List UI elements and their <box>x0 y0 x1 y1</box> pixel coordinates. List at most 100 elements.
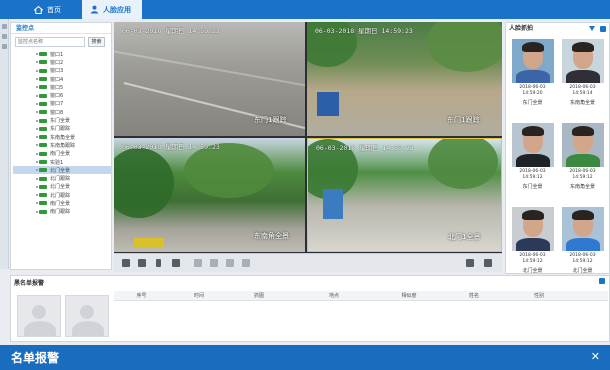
tree-item-label: 窗口2 <box>50 59 64 66</box>
camera-icon <box>36 176 47 181</box>
layout-icon[interactable] <box>172 259 180 267</box>
face-thumbnail <box>511 207 554 251</box>
tree-item[interactable]: 窗口5 <box>13 83 111 91</box>
face-capture-time: 2018-06-03 14:59:12 <box>519 253 546 264</box>
tree-item[interactable]: 南门全景 <box>13 199 111 207</box>
face-capture-time: 2018-06-03 14:59:12 <box>519 169 546 180</box>
monitoring-point-panel: 监控点 搜索 窗口1窗口2 窗口3窗口4窗口5 窗口6窗口7窗口8 东门全景东门跟踪东… <box>10 22 112 270</box>
stop-icon[interactable] <box>242 259 250 267</box>
tree-item-label: 窗口6 <box>50 93 64 100</box>
list-icon[interactable] <box>1 34 7 39</box>
settings-icon[interactable] <box>1 44 7 49</box>
face-thumbnail <box>511 123 554 167</box>
face-thumbnail <box>511 39 554 83</box>
menu-icon[interactable] <box>1 24 7 29</box>
camera-icon <box>36 184 47 189</box>
face-thumbnail <box>561 207 604 251</box>
camera-icon <box>36 118 47 123</box>
tree-item[interactable]: 南门全景 <box>13 150 111 158</box>
video-timestamp: 06-03-2018 星期日 14:59:23 <box>122 143 220 151</box>
video-timestamp: 06-03-2018 星期日 14:59:23 <box>122 27 220 35</box>
refresh-icon[interactable] <box>194 259 202 267</box>
camera-icon <box>36 209 47 214</box>
video-cell-2[interactable]: 06-03-2018 星期日 14:59:23 东门1跟踪 <box>307 22 502 136</box>
avatar <box>17 295 61 337</box>
face-capture-camera: 东南角全景 <box>569 184 595 190</box>
video-label: 东门1跟踪 <box>447 116 480 124</box>
tree-item-label: 窗口3 <box>50 68 64 75</box>
tree-item[interactable]: 东南角全景 <box>13 133 111 141</box>
trash-icon[interactable] <box>599 278 605 284</box>
video-cell-4[interactable]: 06-03-2018 星期日 14:59:23 北门1全景 <box>307 138 502 252</box>
table-column-header[interactable]: 相似度 <box>379 291 439 300</box>
search-input[interactable] <box>15 37 85 47</box>
tree-item[interactable]: 东南角跟踪 <box>13 141 111 149</box>
tree-item[interactable]: 实验1 <box>13 158 111 166</box>
table-column-header[interactable]: 时间 <box>169 291 229 300</box>
tab-home[interactable]: 首页 <box>26 0 78 19</box>
tree-item[interactable]: 北门跟踪 <box>13 191 111 199</box>
tree-item[interactable]: 窗口4 <box>13 75 111 83</box>
face-capture-card[interactable]: 2018-06-03 14:59:20 东门全景 <box>510 39 555 106</box>
tab-face-application[interactable]: 人脸应用 <box>82 0 142 19</box>
camera-icon <box>36 160 47 164</box>
video-label-left: 东门1跟踪 <box>254 116 287 124</box>
face-capture-card[interactable]: 2018-06-03 14:59:14 东南角全景 <box>560 39 605 106</box>
face-thumbnail <box>561 123 604 167</box>
bookmark-icon[interactable] <box>156 259 161 267</box>
face-capture-camera: 东门全景 <box>522 100 543 106</box>
tree-item[interactable]: 北门跟踪 <box>13 174 111 182</box>
face-capture-camera: 东南角全景 <box>569 100 595 106</box>
face-capture-card[interactable]: 2018-06-03 14:59:12 北门全景 <box>560 207 605 274</box>
tree-item-label: 南门跟踪 <box>50 209 71 216</box>
forward-icon[interactable] <box>226 259 234 267</box>
tree-item[interactable]: 东门全景 <box>13 116 111 124</box>
tree-item[interactable]: 窗口7 <box>13 100 111 108</box>
tree-item[interactable]: 南门跟踪 <box>13 208 111 216</box>
tree-item-label: 窗口4 <box>50 76 64 83</box>
snapshot-icon[interactable] <box>138 259 146 267</box>
fullscreen-icon[interactable] <box>484 259 492 267</box>
search-button[interactable]: 搜索 <box>88 37 105 47</box>
tab-home-label: 首页 <box>47 5 61 14</box>
tree-item[interactable]: 窗口6 <box>13 91 111 99</box>
table-column-header[interactable]: 序号 <box>114 291 169 300</box>
tree-item[interactable]: 窗口8 <box>13 108 111 116</box>
tree-item[interactable]: 窗口1 <box>13 50 111 58</box>
table-column-header[interactable]: 姓名 <box>439 291 509 300</box>
tree-item[interactable]: 窗口3 <box>13 67 111 75</box>
avatar <box>65 295 109 337</box>
tree-item-label: 北门跟踪 <box>50 192 71 199</box>
tree-item[interactable]: 北门全景 <box>13 183 111 191</box>
split-screen-icon[interactable] <box>466 259 474 267</box>
table-column-header[interactable]: 抓图 <box>229 291 289 300</box>
face-capture-card[interactable]: 2018-06-03 14:59:12 东门全景 <box>510 123 555 190</box>
tree-item[interactable]: 东门跟踪 <box>13 125 111 133</box>
tree-item[interactable]: 北门全景 <box>13 166 111 175</box>
alarm-table-header: 序号 时间 抓图 地点 相似度 姓名 性别 <box>114 291 608 301</box>
video-wall: 06-03-2018 星期日 14:59:23 06-03-2018 星期日 1… <box>114 22 502 272</box>
face-capture-card[interactable]: 2018-06-03 14:59:12 北门全景 <box>510 207 555 274</box>
filter-icon[interactable] <box>589 26 595 31</box>
back-icon[interactable] <box>210 259 218 267</box>
camera-icon <box>36 201 47 206</box>
camera-icon[interactable] <box>122 259 130 267</box>
table-column-header[interactable]: 地点 <box>289 291 379 300</box>
tree-item-label: 东南角跟踪 <box>50 142 76 149</box>
video-cell-3[interactable]: 06-03-2018 星期日 14:59:23 东南角全景 <box>114 138 305 252</box>
camera-icon <box>36 101 47 106</box>
face-capture-camera: 北门全景 <box>572 268 593 274</box>
camera-icon <box>36 60 47 65</box>
top-navigation-bar: 首页 人脸应用 <box>0 0 610 19</box>
face-capture-card[interactable]: 2018-06-03 14:59:12 东南角全景 <box>560 123 605 190</box>
table-column-header[interactable]: 性别 <box>509 291 569 300</box>
camera-icon <box>36 77 47 82</box>
camera-tree: 窗口1 窗口2 窗口3 窗口4 窗口5 窗口6 窗口7 窗口8 东门全景 东门跟踪 东南角全景 东南角… <box>11 50 111 216</box>
tree-item[interactable]: 窗口2 <box>13 58 111 66</box>
trash-icon[interactable] <box>600 26 606 32</box>
tab-face-label: 人脸应用 <box>103 5 131 14</box>
tree-item-label: 窗口1 <box>50 51 64 58</box>
camera-icon <box>36 193 47 198</box>
camera-icon <box>36 93 47 98</box>
close-icon[interactable]: ✕ <box>591 350 600 363</box>
